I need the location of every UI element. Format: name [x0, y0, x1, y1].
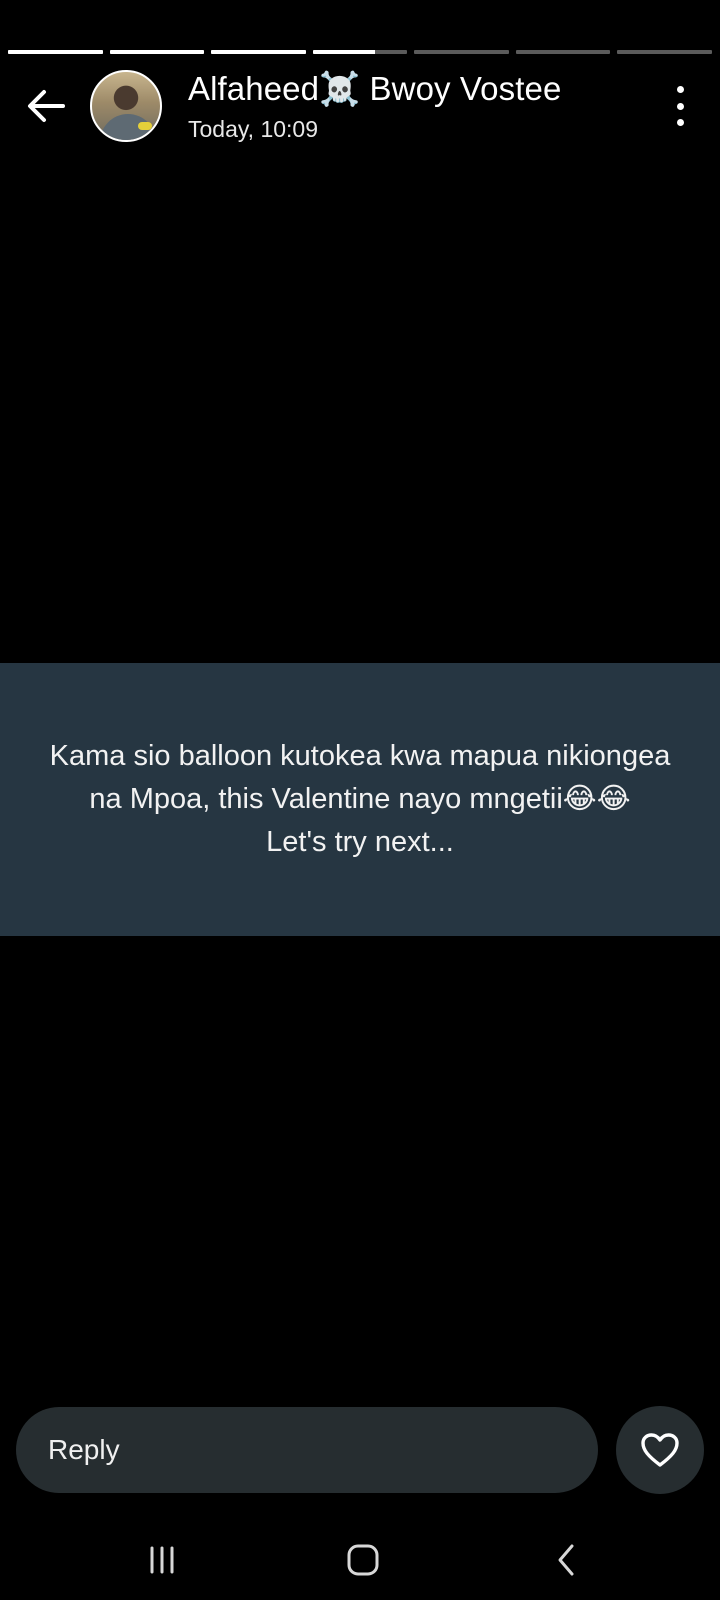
- heart-outline-icon: [641, 1433, 679, 1467]
- progress-segment: [515, 50, 611, 54]
- arrow-left-icon: [28, 90, 65, 122]
- recents-button[interactable]: [132, 1538, 192, 1582]
- progress-segment: [312, 50, 408, 54]
- avatar[interactable]: [90, 70, 162, 142]
- back-button[interactable]: [22, 82, 70, 130]
- status-text-card: Kama sio balloon kutokea kwa mapua nikio…: [0, 663, 720, 936]
- progress-segment: [211, 50, 306, 54]
- recents-icon: [150, 1546, 174, 1574]
- home-button[interactable]: [333, 1538, 393, 1582]
- like-button[interactable]: [616, 1406, 704, 1494]
- status-header: Alfaheed☠️ Bwoy Vostee Today, 10:09: [0, 68, 720, 144]
- author-name[interactable]: Alfaheed☠️ Bwoy Vostee: [188, 70, 561, 109]
- progress-segment: [8, 50, 103, 54]
- progress-segment: [414, 50, 509, 54]
- chevron-left-icon: [558, 1544, 574, 1576]
- progress-segment: [617, 50, 713, 54]
- status-progress-bar: [8, 50, 713, 54]
- more-options-button[interactable]: [668, 86, 692, 126]
- reply-field-container[interactable]: [16, 1407, 598, 1493]
- home-icon: [347, 1544, 379, 1576]
- more-vertical-icon: [676, 86, 684, 93]
- progress-segment: [109, 50, 205, 54]
- system-nav-bar: [0, 1520, 720, 1600]
- status-text: Kama sio balloon kutokea kwa mapua nikio…: [49, 740, 671, 858]
- reply-input[interactable]: [46, 1433, 570, 1467]
- status-timestamp: Today, 10:09: [188, 116, 319, 142]
- nav-back-button[interactable]: [536, 1538, 596, 1582]
